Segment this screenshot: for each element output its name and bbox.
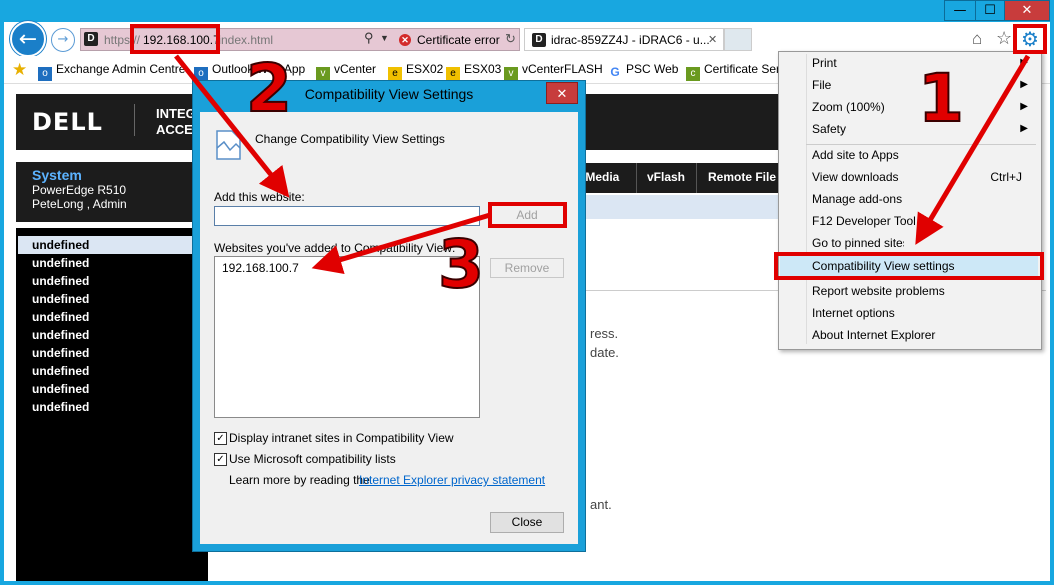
- step-number-1: 1: [917, 59, 965, 138]
- annotation-arrows: [174, 54, 1031, 275]
- step-number-3: 3: [437, 225, 485, 304]
- step-number-2: 2: [245, 49, 293, 128]
